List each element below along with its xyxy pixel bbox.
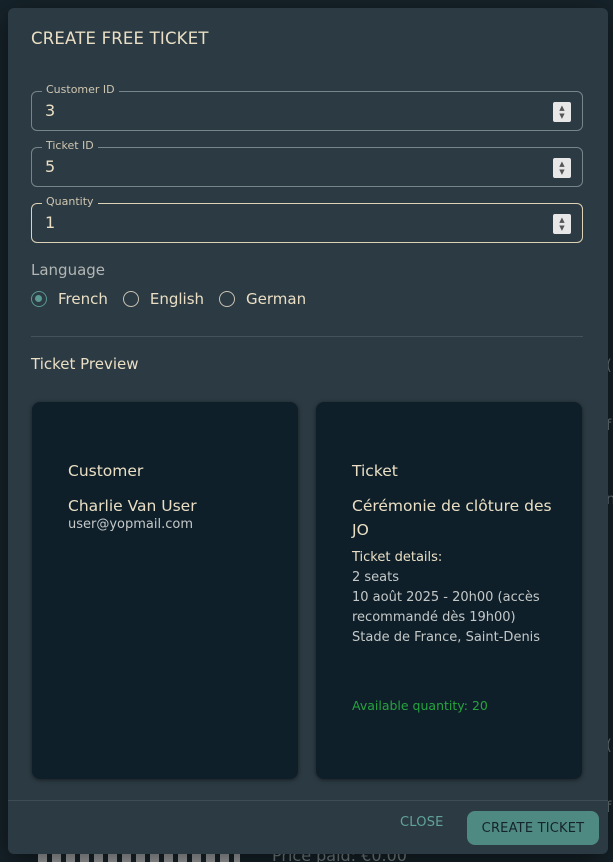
customer-name: Charlie Van User: [68, 497, 197, 515]
available-quantity: Available quantity: 20: [352, 698, 488, 713]
stepper-up-icon[interactable]: ▲: [559, 216, 564, 224]
ticket-details-heading: Ticket details:: [352, 550, 443, 565]
section-divider: [31, 336, 583, 337]
customer-id-label: Customer ID: [42, 83, 119, 96]
ticket-id-stepper[interactable]: ▲ ▼: [553, 158, 571, 178]
ticket-details: Ticket details: 2 seats 10 août 2025 - 2…: [352, 548, 552, 648]
language-option-french[interactable]: French: [31, 290, 108, 308]
radio-unchecked-icon[interactable]: [219, 291, 236, 307]
language-option-label: English: [149, 290, 205, 308]
customer-heading: Customer: [68, 462, 144, 480]
stepper-down-icon[interactable]: ▼: [559, 224, 564, 232]
ticket-id-value[interactable]: 5: [45, 157, 55, 176]
ticket-id-field[interactable]: Ticket ID 5 ▲ ▼: [31, 139, 583, 187]
language-radio-group: French English German: [31, 290, 321, 308]
language-option-label: German: [246, 290, 307, 308]
ticket-preview-card: Ticket Cérémonie de clôture des JO Ticke…: [316, 402, 582, 779]
stepper-down-icon[interactable]: ▼: [559, 112, 564, 120]
ticket-seats: 2 seats: [352, 570, 400, 585]
customer-id-stepper[interactable]: ▲ ▼: [553, 102, 571, 122]
footer-divider: [8, 800, 608, 801]
dialog-title: CREATE FREE TICKET: [31, 29, 209, 48]
language-option-english[interactable]: English: [122, 290, 205, 308]
quantity-field[interactable]: Quantity 1 ▲ ▼: [31, 195, 583, 243]
quantity-stepper[interactable]: ▲ ▼: [553, 214, 571, 234]
ticket-name: Cérémonie de clôture des JO: [352, 497, 552, 539]
create-ticket-button[interactable]: CREATE TICKET: [467, 811, 599, 845]
stepper-up-icon[interactable]: ▲: [559, 104, 564, 112]
customer-preview-card: Customer Charlie Van User user@yopmail.c…: [32, 402, 298, 779]
ticket-heading: Ticket: [352, 462, 398, 480]
radio-checked-icon[interactable]: [31, 291, 47, 307]
create-ticket-dialog: CREATE FREE TICKET Customer ID 3 ▲ ▼ Tic…: [8, 8, 608, 854]
customer-id-value[interactable]: 3: [45, 101, 55, 120]
close-button[interactable]: CLOSE: [400, 815, 444, 830]
radio-unchecked-icon[interactable]: [122, 291, 139, 307]
quantity-label: Quantity: [42, 195, 98, 208]
language-option-label: French: [58, 290, 108, 308]
language-label: Language: [31, 261, 106, 279]
customer-id-field[interactable]: Customer ID 3 ▲ ▼: [31, 83, 583, 131]
ticket-id-label: Ticket ID: [42, 139, 98, 152]
ticket-date: 10 août 2025 - 20h00 (accès recommandé d…: [352, 590, 540, 625]
language-option-german[interactable]: German: [219, 290, 306, 308]
customer-email: user@yopmail.com: [68, 517, 194, 532]
ticket-venue: Stade de France, Saint-Denis: [352, 630, 541, 645]
ticket-preview-title: Ticket Preview: [31, 355, 139, 373]
quantity-value[interactable]: 1: [45, 213, 55, 232]
stepper-down-icon[interactable]: ▼: [559, 168, 564, 176]
stepper-up-icon[interactable]: ▲: [559, 160, 564, 168]
